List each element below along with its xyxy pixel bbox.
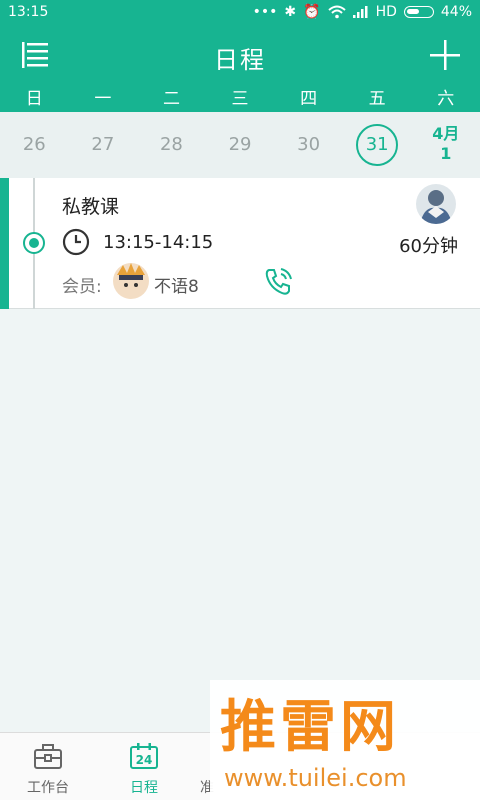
battery-percent: 44% — [440, 4, 472, 20]
date-day-label: 1 — [440, 144, 452, 163]
calendar-24-icon: 24 — [130, 743, 158, 769]
date-cell-next-month[interactable]: 4月 1 — [411, 112, 480, 178]
watermark-url: www.tuilei.com — [224, 764, 407, 792]
member-name: 不语8 — [154, 277, 199, 297]
date-cell[interactable]: 26 — [0, 112, 69, 178]
weekday-label: 五 — [368, 89, 386, 109]
signal-icon — [352, 6, 368, 18]
duration: 60分钟 — [399, 236, 458, 257]
nav-label: 日程 — [130, 780, 158, 796]
coach-avatar[interactable] — [416, 184, 456, 224]
selected-date-circle: 31 — [356, 124, 399, 166]
schedule-card[interactable]: 私教课 13:15-14:15 60分钟 会员: 不语8 — [0, 178, 480, 309]
clock-icon — [62, 228, 90, 256]
date-cell[interactable]: 28 — [137, 112, 206, 178]
nav-label: 工作台 — [27, 780, 69, 796]
status-time: 13:15 — [8, 4, 49, 20]
date-cell[interactable]: 30 — [274, 112, 343, 178]
weekday-label: 四 — [300, 89, 318, 109]
weekday-label: 六 — [437, 89, 455, 109]
status-icons: ••• ✱ ⏰ HD 44% — [253, 4, 472, 20]
member-label: 会员: — [62, 277, 102, 297]
briefcase-icon — [34, 744, 62, 769]
svg-text:24: 24 — [136, 753, 153, 767]
weekday-label: 一 — [94, 89, 112, 109]
wifi-icon — [327, 5, 346, 19]
battery-icon — [403, 6, 434, 18]
timeline-dot-icon — [23, 232, 45, 254]
time-range: 13:15-14:15 — [103, 232, 214, 253]
weekday-label: 日 — [25, 89, 43, 109]
date-strip: 26 27 28 29 30 31 4月 1 — [0, 112, 480, 178]
bluetooth-icon: ✱ — [284, 4, 297, 20]
status-bar: 13:15 ••• ✱ ⏰ HD 44% — [0, 0, 480, 26]
dots-icon: ••• — [252, 4, 278, 20]
phone-icon[interactable] — [262, 266, 294, 298]
date-cell-selected[interactable]: 31 — [343, 112, 412, 178]
course-title: 私教课 — [62, 196, 120, 218]
date-month-label: 4月 — [432, 124, 460, 143]
weekday-label: 二 — [162, 89, 180, 109]
weekday-header: 日 一 二 三 四 五 六 — [0, 86, 480, 112]
alarm-icon: ⏰ — [303, 4, 321, 20]
weekday-label: 三 — [231, 89, 249, 109]
network-label: HD — [375, 4, 397, 20]
member-avatar[interactable] — [113, 263, 149, 299]
watermark: 推雷网 www.tuilei.com — [210, 680, 480, 800]
watermark-brand: 推雷网 — [220, 695, 400, 760]
date-cell[interactable]: 29 — [206, 112, 275, 178]
app-bar: 日程 — [0, 26, 480, 86]
nav-item-workbench[interactable]: 工作台 — [0, 733, 96, 800]
page-title: 日程 — [214, 46, 266, 74]
card-accent-bar — [0, 178, 9, 309]
nav-item-schedule[interactable]: 24 日程 — [96, 733, 192, 800]
add-icon[interactable] — [430, 40, 460, 70]
date-cell[interactable]: 27 — [69, 112, 138, 178]
